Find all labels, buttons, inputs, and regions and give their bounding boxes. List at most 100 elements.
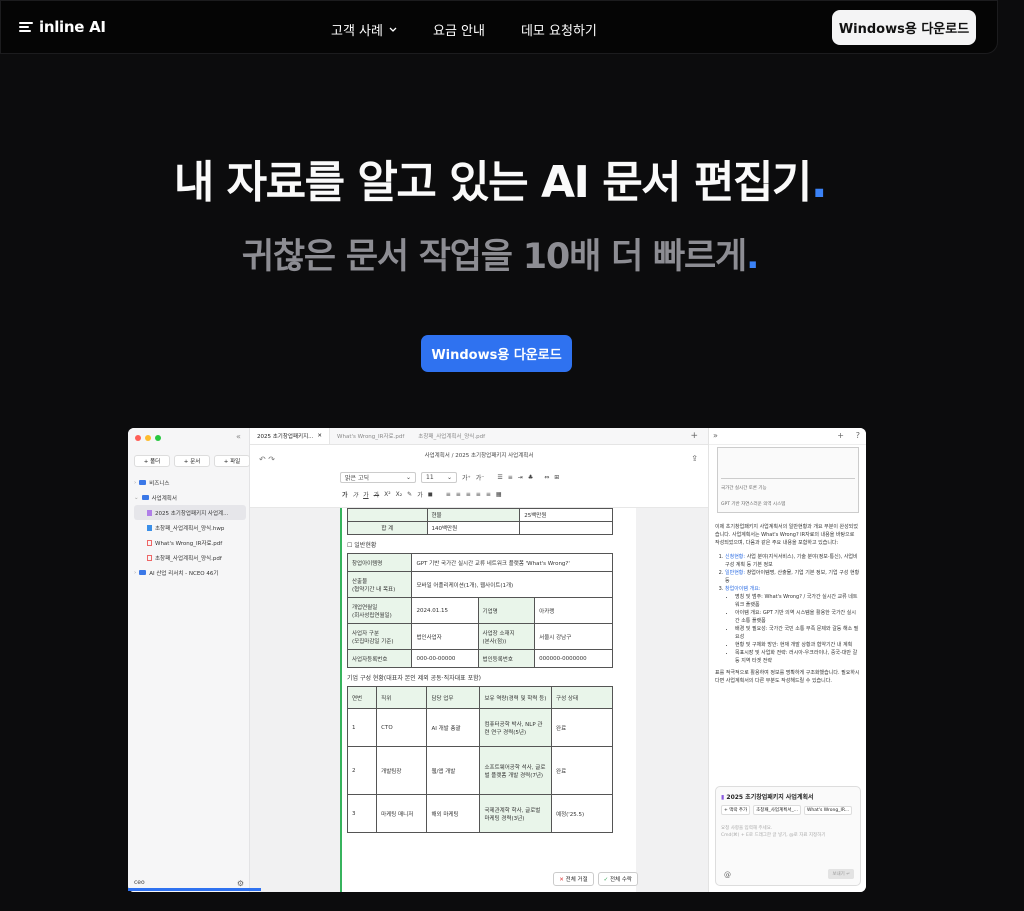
italic-icon[interactable]: 가 xyxy=(353,490,359,499)
table-cell: 소프트웨어공학 석사, 글로벌 플랫폼 개발 경력(7년) xyxy=(479,746,553,795)
close-icon[interactable]: ✕ xyxy=(317,433,322,439)
chat-sublist: 명칭 및 범주: What's Wrong? / 국가간 실시간 교류 네트워크… xyxy=(725,593,860,665)
number-list-icon[interactable]: ≡ xyxy=(508,474,513,481)
undo-icon[interactable]: ↶ ↷ xyxy=(259,449,275,471)
info-table: 창업아이템명 GPT 기반 국가간 실시간 교류 네트워크 플랫폼 'What's… xyxy=(346,553,613,668)
nav-link-cases[interactable]: 고객 사례 xyxy=(331,20,397,39)
table-cell: 3 xyxy=(346,794,378,833)
table-cell: 예정('25.5) xyxy=(551,794,613,833)
insert-icon[interactable]: ⊞ xyxy=(554,474,559,481)
hero-title: 내 자료를 알고 있는 AI 문서 편집기. xyxy=(0,146,1000,210)
close-dot-icon[interactable] xyxy=(135,435,141,441)
send-button[interactable]: 보내기 ↵ xyxy=(828,869,854,879)
align-center-icon[interactable]: ≡ xyxy=(456,491,461,498)
tree-item[interactable]: 초창패_사업계획서_양식.pdf xyxy=(134,550,246,565)
highlight-icon[interactable]: ✎ xyxy=(407,491,412,498)
style-icon[interactable]: ♣ xyxy=(528,474,533,481)
accept-all-button[interactable]: ✓ 전체 수락 xyxy=(597,872,638,886)
fill-icon[interactable]: ◼ xyxy=(428,491,433,498)
document-page[interactable]: 현물 25백만원 합 계 140백만원 ☐ 일반현황 창업아이템명 GPT 기반 국가… xyxy=(340,508,636,892)
font-shrink-icon[interactable]: 가⁻ xyxy=(476,473,485,482)
table-icon[interactable]: ▦ xyxy=(496,491,502,498)
top-nav: inline AI 고객 사례 요금 안내 데모 요청하기 Windows용 다… xyxy=(0,0,998,54)
hero-download-button[interactable]: Windows용 다운로드 xyxy=(421,335,572,372)
font-select[interactable]: 맑은 고딕 ⌄ xyxy=(340,472,416,483)
bold-icon[interactable]: 가 xyxy=(342,490,348,499)
logo[interactable]: inline AI xyxy=(19,18,106,36)
add-file-button[interactable]: + 파일 xyxy=(214,455,250,467)
table-cell: 개발팀장 xyxy=(376,746,428,795)
color-icon[interactable]: 가 xyxy=(417,490,423,499)
list-item: 신청현황: 사업 분야(지식서비스), 기술 분야(정보·통신), 사업비 구성… xyxy=(725,553,860,569)
table-row: 2 개발팀장 웹/앱 개발 소프트웨어공학 석사, 글로벌 플랫폼 개발 경력(7년)… xyxy=(346,746,613,795)
list-item: 배경 및 필요성: 국가간 국민 소통 부족 문제와 갈등 해소 필요성 xyxy=(735,625,860,641)
tree-item[interactable]: › 비즈니스 xyxy=(134,475,246,490)
landing-page: inline AI 고객 사례 요금 안내 데모 요청하기 Windows용 다… xyxy=(0,0,1024,911)
tab-ir-pdf[interactable]: What's Wrong_IR자료.pdf xyxy=(330,428,411,444)
underline-icon[interactable]: 가 xyxy=(363,490,369,499)
table-cell: 웹/앱 개발 xyxy=(426,746,481,795)
add-context-chip[interactable]: + 맥락 추가 xyxy=(721,805,751,815)
font-grow-icon[interactable]: 가⁺ xyxy=(462,473,471,482)
tree-item[interactable]: ⌄ 사업계획서 xyxy=(134,490,246,505)
reject-all-button[interactable]: ✕ 전체 거절 xyxy=(553,872,594,886)
breadcrumb: ↶ ↷ 사업계획서 / 2025 초기창업패키지 사업계획서 ⇪ xyxy=(250,445,708,470)
table-row: 연번 직위 담당 업무 보유 역량(경력 및 학력 등) 구성 상태 xyxy=(346,686,613,709)
share-icon[interactable]: ⇪ xyxy=(691,448,698,470)
account-name[interactable]: ceo xyxy=(134,879,145,886)
nav-link-label: 고객 사례 xyxy=(331,24,383,39)
table-cell: 창업아이템명 xyxy=(346,553,413,572)
indent-icon[interactable]: ⇥ xyxy=(518,474,523,481)
tree-item-label: 2025 초기창업패키지 사업계... xyxy=(155,510,229,517)
add-doc-button[interactable]: + 문서 xyxy=(174,455,210,467)
help-icon[interactable]: ? xyxy=(856,431,860,440)
list-item: 명칭 및 범주: What's Wrong? / 국가간 실시간 교류 네트워크… xyxy=(735,593,860,609)
table-cell: 합 계 xyxy=(347,521,428,535)
tree-item[interactable]: 2025 초기창업패키지 사업계... xyxy=(134,505,246,520)
table-cell: 사업장 소재지 (본사(점)) xyxy=(477,623,536,650)
tab-doc[interactable]: 2025 초기창업패키지... ✕ xyxy=(250,428,331,444)
tab-label: 초창패_사업계획서_양식.pdf xyxy=(418,434,486,440)
expand-panel-icon[interactable]: » xyxy=(713,431,718,440)
table-cell: 완료 xyxy=(551,708,613,747)
table-cell: 법인사업자 xyxy=(411,623,479,650)
maximize-dot-icon[interactable] xyxy=(155,435,161,441)
add-folder-button[interactable]: + 폴더 xyxy=(134,455,170,467)
list-item-text: 창업아이템명, 산출물, 기업 기본 정보, 기업 구성 현황 등 xyxy=(725,570,860,584)
bullet-list-icon[interactable]: ☰ xyxy=(497,474,502,481)
tree-item[interactable]: 초창패_사업계획서_양식.hwp xyxy=(134,520,246,535)
table-cell: 1 xyxy=(346,708,378,747)
subscript-icon[interactable]: X₂ xyxy=(396,491,403,498)
chat-header: » + ? xyxy=(709,428,866,445)
swap-icon[interactable]: ⇔ xyxy=(544,474,549,481)
align-left-icon[interactable]: ≡ xyxy=(446,491,451,498)
nav-link-demo[interactable]: 데모 요청하기 xyxy=(521,20,597,39)
superscript-icon[interactable]: X² xyxy=(384,491,391,498)
tab-form-pdf[interactable]: 초창패_사업계획서_양식.pdf xyxy=(411,428,492,444)
table-row: 창업아이템명 GPT 기반 국가간 실시간 교류 네트워크 플랫폼 'What's… xyxy=(346,553,613,572)
table-header-cell: 보유 역량(경력 및 학력 등) xyxy=(479,686,553,709)
gear-icon[interactable]: ⚙ xyxy=(237,879,244,888)
section-heading: ☐ 일반현황 xyxy=(347,542,377,549)
justify-icon[interactable]: ≡ xyxy=(476,491,481,498)
new-tab-icon[interactable]: + xyxy=(690,428,708,444)
context-chip[interactable]: 초창패_사업계획서_... xyxy=(753,805,802,815)
align-right-icon[interactable]: ≡ xyxy=(466,491,471,498)
line-height-icon[interactable]: ≡ xyxy=(486,491,491,498)
folder-icon xyxy=(139,570,147,575)
context-chip[interactable]: What's Wrong_IR... xyxy=(803,806,853,815)
tab-label: 2025 초기창업패키지... xyxy=(257,434,314,440)
tree-item[interactable]: › AI 산업 리서치 - NCEO 46기 xyxy=(134,565,246,580)
nav-download-button[interactable]: Windows용 다운로드 xyxy=(832,10,976,45)
minimize-dot-icon[interactable] xyxy=(145,435,151,441)
new-chat-icon[interactable]: + xyxy=(837,431,844,440)
nav-link-pricing[interactable]: 요금 안내 xyxy=(433,20,485,39)
size-select[interactable]: 11 ⌄ xyxy=(421,472,457,483)
mention-icon[interactable]: @ xyxy=(724,871,731,879)
tree-item[interactable]: What's Wrong_IR자료.pdf xyxy=(134,535,246,550)
tree-item-label: 초창패_사업계획서_양식.hwp xyxy=(155,525,225,532)
section-heading: 기업 구성 현황(대표자 본인 제외 공동·직자대표 포함) xyxy=(347,675,481,682)
collapse-sidebar-icon[interactable]: « xyxy=(236,432,241,441)
strike-icon[interactable]: 가 xyxy=(374,490,380,499)
chat-input[interactable]: 요청 사항을 입력해 주세요. Cmd(⌘) + E로 드래그한 글 넣기, @… xyxy=(721,825,855,839)
